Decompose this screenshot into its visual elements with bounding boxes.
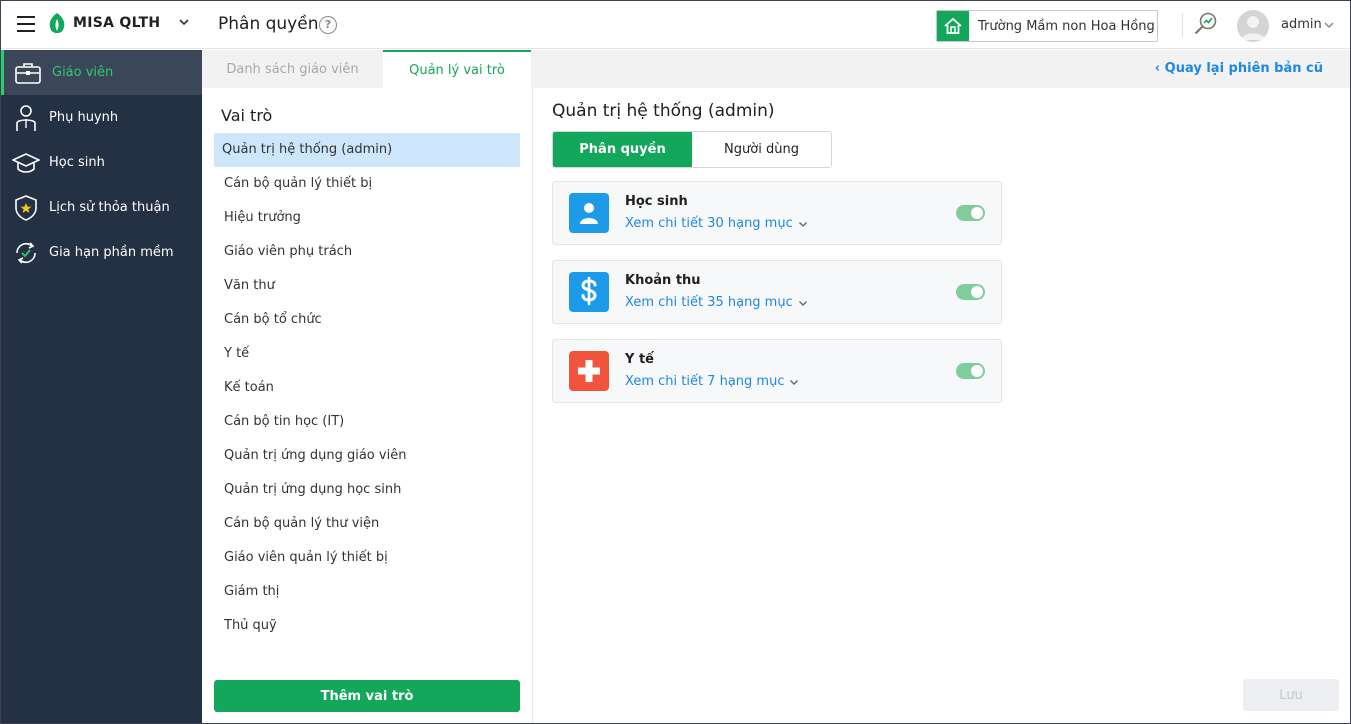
module-card-fees: Khoản thu Xem chi tiết 35 hạng mục [552, 260, 1002, 324]
school-name: Trường Mầm non Hoa Hồng [978, 18, 1155, 34]
role-item[interactable]: Kế toán [214, 371, 520, 405]
module-title: Học sinh [625, 194, 688, 209]
module-title: Khoản thu [625, 273, 701, 288]
misa-logo-icon [49, 13, 65, 33]
role-item[interactable]: Giáo viên phụ trách [214, 235, 520, 269]
sidebar-item-label: Gia hạn phần mềm [49, 245, 174, 260]
menu-icon[interactable] [17, 16, 35, 32]
role-item[interactable]: Quản trị ứng dụng giáo viên [214, 439, 520, 473]
module-title: Y tế [625, 352, 654, 367]
sidebar: Giáo viên Phụ huynh Học sinh Lịch sử thỏ… [1, 50, 202, 723]
segment-permissions[interactable]: Phân quyền [553, 132, 692, 167]
brand-name: MISA QLTH [73, 15, 161, 31]
sidebar-item-label: Giáo viên [52, 65, 114, 80]
selected-role-title: Quản trị hệ thống (admin) [552, 101, 775, 121]
module-toggle[interactable] [956, 205, 985, 221]
chevron-down-icon [790, 379, 799, 385]
parent-icon [11, 103, 41, 133]
module-detail-link[interactable]: Xem chi tiết 30 hạng mục [625, 216, 808, 231]
segment-control: Phân quyền Người dùng [552, 131, 832, 168]
role-item[interactable]: Giám thị [214, 575, 520, 609]
module-detail-label: Xem chi tiết 7 hạng mục [625, 374, 785, 389]
renew-icon [11, 238, 41, 268]
chevron-left-icon: ‹ [1154, 61, 1165, 76]
segment-users[interactable]: Người dùng [692, 132, 831, 167]
module-toggle[interactable] [956, 363, 985, 379]
role-item[interactable]: Thủ quỹ [214, 609, 520, 643]
medical-cross-icon [569, 351, 609, 391]
tab-teacher-list[interactable]: Danh sách giáo viên [202, 50, 383, 88]
home-icon [937, 11, 969, 41]
sidebar-item-label: Phụ huynh [49, 110, 119, 125]
briefcase-icon [13, 58, 43, 88]
role-item[interactable]: Giáo viên quản lý thiết bị [214, 541, 520, 575]
school-selector[interactable]: Trường Mầm non Hoa Hồng [936, 10, 1158, 42]
role-list: Quản trị hệ thống (admin) Cán bộ quản lý… [214, 133, 520, 643]
module-detail-link[interactable]: Xem chi tiết 35 hạng mục [625, 295, 808, 310]
role-item[interactable]: Cán bộ tổ chức [214, 303, 520, 337]
sidebar-item-parents[interactable]: Phụ huynh [1, 95, 202, 140]
help-icon[interactable]: ? [319, 16, 337, 34]
chevron-down-icon [798, 300, 807, 306]
role-item[interactable]: Quản trị ứng dụng học sinh [214, 473, 520, 507]
back-link-label: Quay lại phiên bản cũ [1164, 61, 1323, 76]
module-detail-link[interactable]: Xem chi tiết 7 hạng mục [625, 374, 799, 389]
app-window: MISA QLTH Phân quyền ? Trường Mầm non Ho… [0, 0, 1351, 724]
module-toggle[interactable] [956, 284, 985, 300]
header-divider [1182, 13, 1183, 37]
user-name[interactable]: admin [1281, 17, 1322, 32]
chevron-down-icon[interactable] [177, 15, 191, 29]
dollar-icon [569, 272, 609, 312]
save-button[interactable]: Lưu [1243, 679, 1339, 711]
graduation-cap-icon [11, 148, 41, 178]
search-chart-icon[interactable] [1193, 11, 1219, 37]
avatar[interactable] [1237, 10, 1269, 42]
role-item[interactable]: Y tế [214, 337, 520, 371]
role-heading: Vai trò [221, 106, 273, 125]
shield-star-icon [11, 193, 41, 223]
top-header: MISA QLTH Phân quyền ? Trường Mầm non Ho… [1, 1, 1350, 49]
student-icon [569, 193, 609, 233]
module-card-medical: Y tế Xem chi tiết 7 hạng mục [552, 339, 1002, 403]
role-item[interactable]: Cán bộ quản lý thiết bị [214, 167, 520, 201]
permission-panel: Quản trị hệ thống (admin) Phân quyền Ngư… [534, 88, 1350, 723]
page-title: Phân quyền [218, 14, 319, 34]
chevron-down-icon[interactable] [1323, 19, 1335, 31]
role-item[interactable]: Cán bộ quản lý thư viện [214, 507, 520, 541]
module-detail-label: Xem chi tiết 30 hạng mục [625, 216, 793, 231]
sidebar-item-agreement-history[interactable]: Lịch sử thỏa thuận [1, 185, 202, 230]
sidebar-item-label: Lịch sử thỏa thuận [49, 200, 170, 215]
role-item[interactable]: Hiệu trưởng [214, 201, 520, 235]
tabs-bar: Danh sách giáo viên Quản lý vai trò ‹ Qu… [202, 50, 1350, 88]
chevron-down-icon [798, 221, 807, 227]
role-item[interactable]: Văn thư [214, 269, 520, 303]
sidebar-item-renew-software[interactable]: Gia hạn phần mềm [1, 230, 202, 275]
sidebar-item-teachers[interactable]: Giáo viên [1, 50, 202, 95]
role-panel: Vai trò Quản trị hệ thống (admin) Cán bộ… [202, 88, 533, 723]
sidebar-item-label: Học sinh [49, 155, 105, 170]
tab-role-management[interactable]: Quản lý vai trò [383, 50, 531, 88]
role-item[interactable]: Cán bộ tin học (IT) [214, 405, 520, 439]
add-role-button[interactable]: Thêm vai trò [214, 680, 520, 712]
role-item[interactable]: Quản trị hệ thống (admin) [214, 133, 520, 167]
module-card-students: Học sinh Xem chi tiết 30 hạng mục [552, 181, 1002, 245]
back-to-old-version-link[interactable]: ‹ Quay lại phiên bản cũ [1155, 61, 1323, 76]
module-detail-label: Xem chi tiết 35 hạng mục [625, 295, 793, 310]
sidebar-item-students[interactable]: Học sinh [1, 140, 202, 185]
